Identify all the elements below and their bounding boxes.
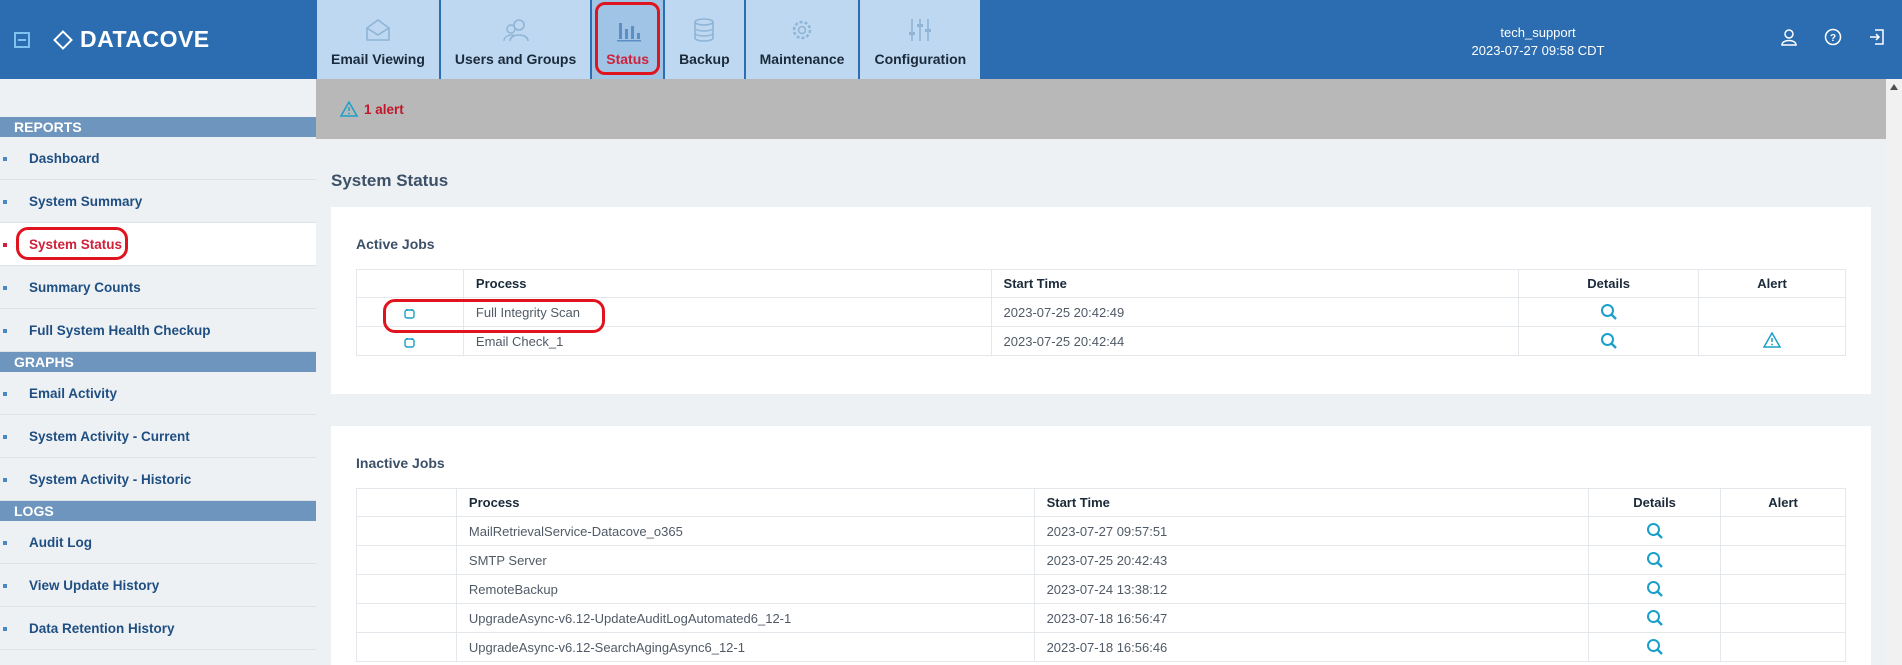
table-row: UpgradeAsync-v6.12-SearchAgingAsync6_12-… bbox=[356, 632, 1846, 662]
process-name: UpgradeAsync-v6.12-SearchAgingAsync6_12-… bbox=[455, 632, 1035, 662]
page-title: System Status bbox=[331, 171, 449, 190]
user-profile-icon[interactable] bbox=[1780, 28, 1798, 46]
sidebar-item-system-activity-historic[interactable]: System Activity - Historic bbox=[0, 458, 316, 501]
search-details-icon[interactable] bbox=[1600, 303, 1618, 321]
column-header-process: Process bbox=[462, 269, 992, 298]
column-header-start-time: Start Time bbox=[990, 269, 1520, 298]
warning-icon[interactable] bbox=[1762, 330, 1782, 348]
table-row: SMTP Server 2023-07-25 20:42:43 bbox=[356, 545, 1846, 575]
table-row: UpgradeAsync-v6.12-UpdateAuditLogAutomat… bbox=[356, 603, 1846, 633]
status-tab-highlight bbox=[595, 2, 661, 75]
username: tech_support bbox=[1500, 25, 1576, 40]
sliders-icon bbox=[909, 19, 932, 41]
column-header-alert: Alert bbox=[1720, 488, 1846, 517]
table-row: RemoteBackup 2023-07-24 13:38:12 bbox=[356, 574, 1846, 604]
sidebar-section-reports: REPORTS bbox=[0, 117, 316, 137]
process-name: SMTP Server bbox=[455, 545, 1035, 575]
inactive-jobs-table: Process Start Time Details Alert MailRet… bbox=[356, 488, 1846, 662]
system-status-highlight bbox=[16, 227, 128, 260]
process-name: UpgradeAsync-v6.12-UpdateAuditLogAutomat… bbox=[455, 603, 1035, 633]
sidebar-section-logs: LOGS bbox=[0, 501, 316, 521]
alert-count: 1 alert bbox=[364, 101, 404, 117]
top-right-actions: ? bbox=[1780, 28, 1886, 46]
table-row: MailRetrievalService-Datacove_o365 2023-… bbox=[356, 516, 1846, 546]
user-info: tech_support 2023-07-27 09:58 CDT bbox=[1420, 24, 1656, 60]
svg-text:?: ? bbox=[1830, 33, 1836, 44]
tab-maintenance[interactable]: Maintenance bbox=[745, 0, 859, 79]
search-details-icon[interactable] bbox=[1646, 580, 1664, 598]
sidebar-item-system-status[interactable]: System Status bbox=[0, 223, 316, 266]
sidebar-item-view-update-history[interactable]: View Update History bbox=[0, 564, 316, 607]
sidebar-item-system-summary[interactable]: System Summary bbox=[0, 180, 316, 223]
gear-icon bbox=[792, 20, 812, 40]
active-jobs-card: Active Jobs Process Start Time Details A… bbox=[331, 207, 1871, 394]
main-content: 1 alert System Status Active Jobs Proces… bbox=[316, 79, 1886, 665]
sidebar-item-email-activity[interactable]: Email Activity bbox=[0, 372, 316, 415]
tab-backup[interactable]: Backup bbox=[665, 0, 744, 79]
alert-bar[interactable]: 1 alert bbox=[316, 79, 1886, 139]
search-details-icon[interactable] bbox=[1646, 638, 1664, 656]
sidebar-section-graphs: GRAPHS bbox=[0, 352, 316, 372]
column-header-details: Details bbox=[1518, 269, 1700, 298]
start-time: 2023-07-25 20:42:43 bbox=[1033, 545, 1590, 575]
tab-email-viewing[interactable]: Email Viewing bbox=[317, 0, 439, 79]
inactive-jobs-card: Inactive Jobs Process Start Time Details… bbox=[331, 426, 1871, 665]
scroll-up-icon[interactable] bbox=[1890, 84, 1898, 90]
logout-icon[interactable] bbox=[1868, 28, 1886, 46]
table-header-row: Process Start Time Details Alert bbox=[356, 488, 1846, 517]
start-time: 2023-07-25 20:42:49 bbox=[990, 297, 1520, 327]
active-jobs-title: Active Jobs bbox=[356, 236, 435, 252]
sidebar-item-system-activity-current[interactable]: System Activity - Current bbox=[0, 415, 316, 458]
column-header-status bbox=[356, 269, 464, 298]
search-details-icon[interactable] bbox=[1600, 332, 1618, 350]
column-header-process: Process bbox=[455, 488, 1035, 517]
vertical-scrollbar[interactable] bbox=[1886, 79, 1902, 665]
tab-status[interactable]: Status bbox=[592, 0, 664, 79]
warning-icon bbox=[340, 101, 358, 117]
start-time: 2023-07-25 20:42:44 bbox=[990, 326, 1520, 356]
process-name: RemoteBackup bbox=[455, 574, 1035, 604]
sidebar-item-data-retention-history[interactable]: Data Retention History bbox=[0, 607, 316, 650]
tab-users-and-groups[interactable]: Users and Groups bbox=[440, 0, 591, 79]
brand: DATACOVE bbox=[0, 0, 316, 79]
column-header-status bbox=[356, 488, 457, 517]
logo-icon bbox=[53, 29, 73, 50]
table-header-row: Process Start Time Details Alert bbox=[356, 269, 1846, 298]
sidebar-item-dashboard[interactable]: Dashboard bbox=[0, 137, 316, 180]
search-details-icon[interactable] bbox=[1646, 609, 1664, 627]
start-time: 2023-07-24 13:38:12 bbox=[1033, 574, 1590, 604]
column-header-start-time: Start Time bbox=[1033, 488, 1590, 517]
sidebar-item-full-system-health-checkup[interactable]: Full System Health Checkup bbox=[0, 309, 316, 352]
column-header-details: Details bbox=[1588, 488, 1722, 517]
process-name: MailRetrievalService-Datacove_o365 bbox=[455, 516, 1035, 546]
search-details-icon[interactable] bbox=[1646, 551, 1664, 569]
column-header-alert: Alert bbox=[1698, 269, 1846, 298]
start-time: 2023-07-18 16:56:46 bbox=[1033, 632, 1590, 662]
inactive-jobs-title: Inactive Jobs bbox=[356, 455, 445, 471]
users-icon bbox=[502, 19, 529, 42]
envelope-icon bbox=[366, 19, 390, 41]
start-time: 2023-07-18 16:56:47 bbox=[1033, 603, 1590, 633]
top-bar: DATACOVE Email Viewing Users and Groups … bbox=[0, 0, 1902, 79]
sidebar-item-summary-counts[interactable]: Summary Counts bbox=[0, 266, 316, 309]
sidebar-item-audit-log[interactable]: Audit Log bbox=[0, 521, 316, 564]
current-datetime: 2023-07-27 09:58 CDT bbox=[1471, 43, 1605, 58]
full-integrity-scan-highlight bbox=[383, 299, 605, 333]
help-icon[interactable]: ? bbox=[1824, 28, 1842, 46]
main-nav-tabs: Email Viewing Users and Groups Status Ba… bbox=[317, 0, 982, 79]
brand-name: DATACOVE bbox=[80, 26, 210, 52]
tab-configuration[interactable]: Configuration bbox=[860, 0, 981, 79]
sidebar: REPORTS Dashboard System Summary System … bbox=[0, 79, 316, 665]
start-time: 2023-07-27 09:57:51 bbox=[1033, 516, 1590, 546]
database-icon bbox=[694, 18, 715, 42]
collapse-sidebar-icon[interactable] bbox=[14, 31, 30, 48]
search-details-icon[interactable] bbox=[1646, 522, 1664, 540]
running-job-icon bbox=[404, 337, 416, 348]
